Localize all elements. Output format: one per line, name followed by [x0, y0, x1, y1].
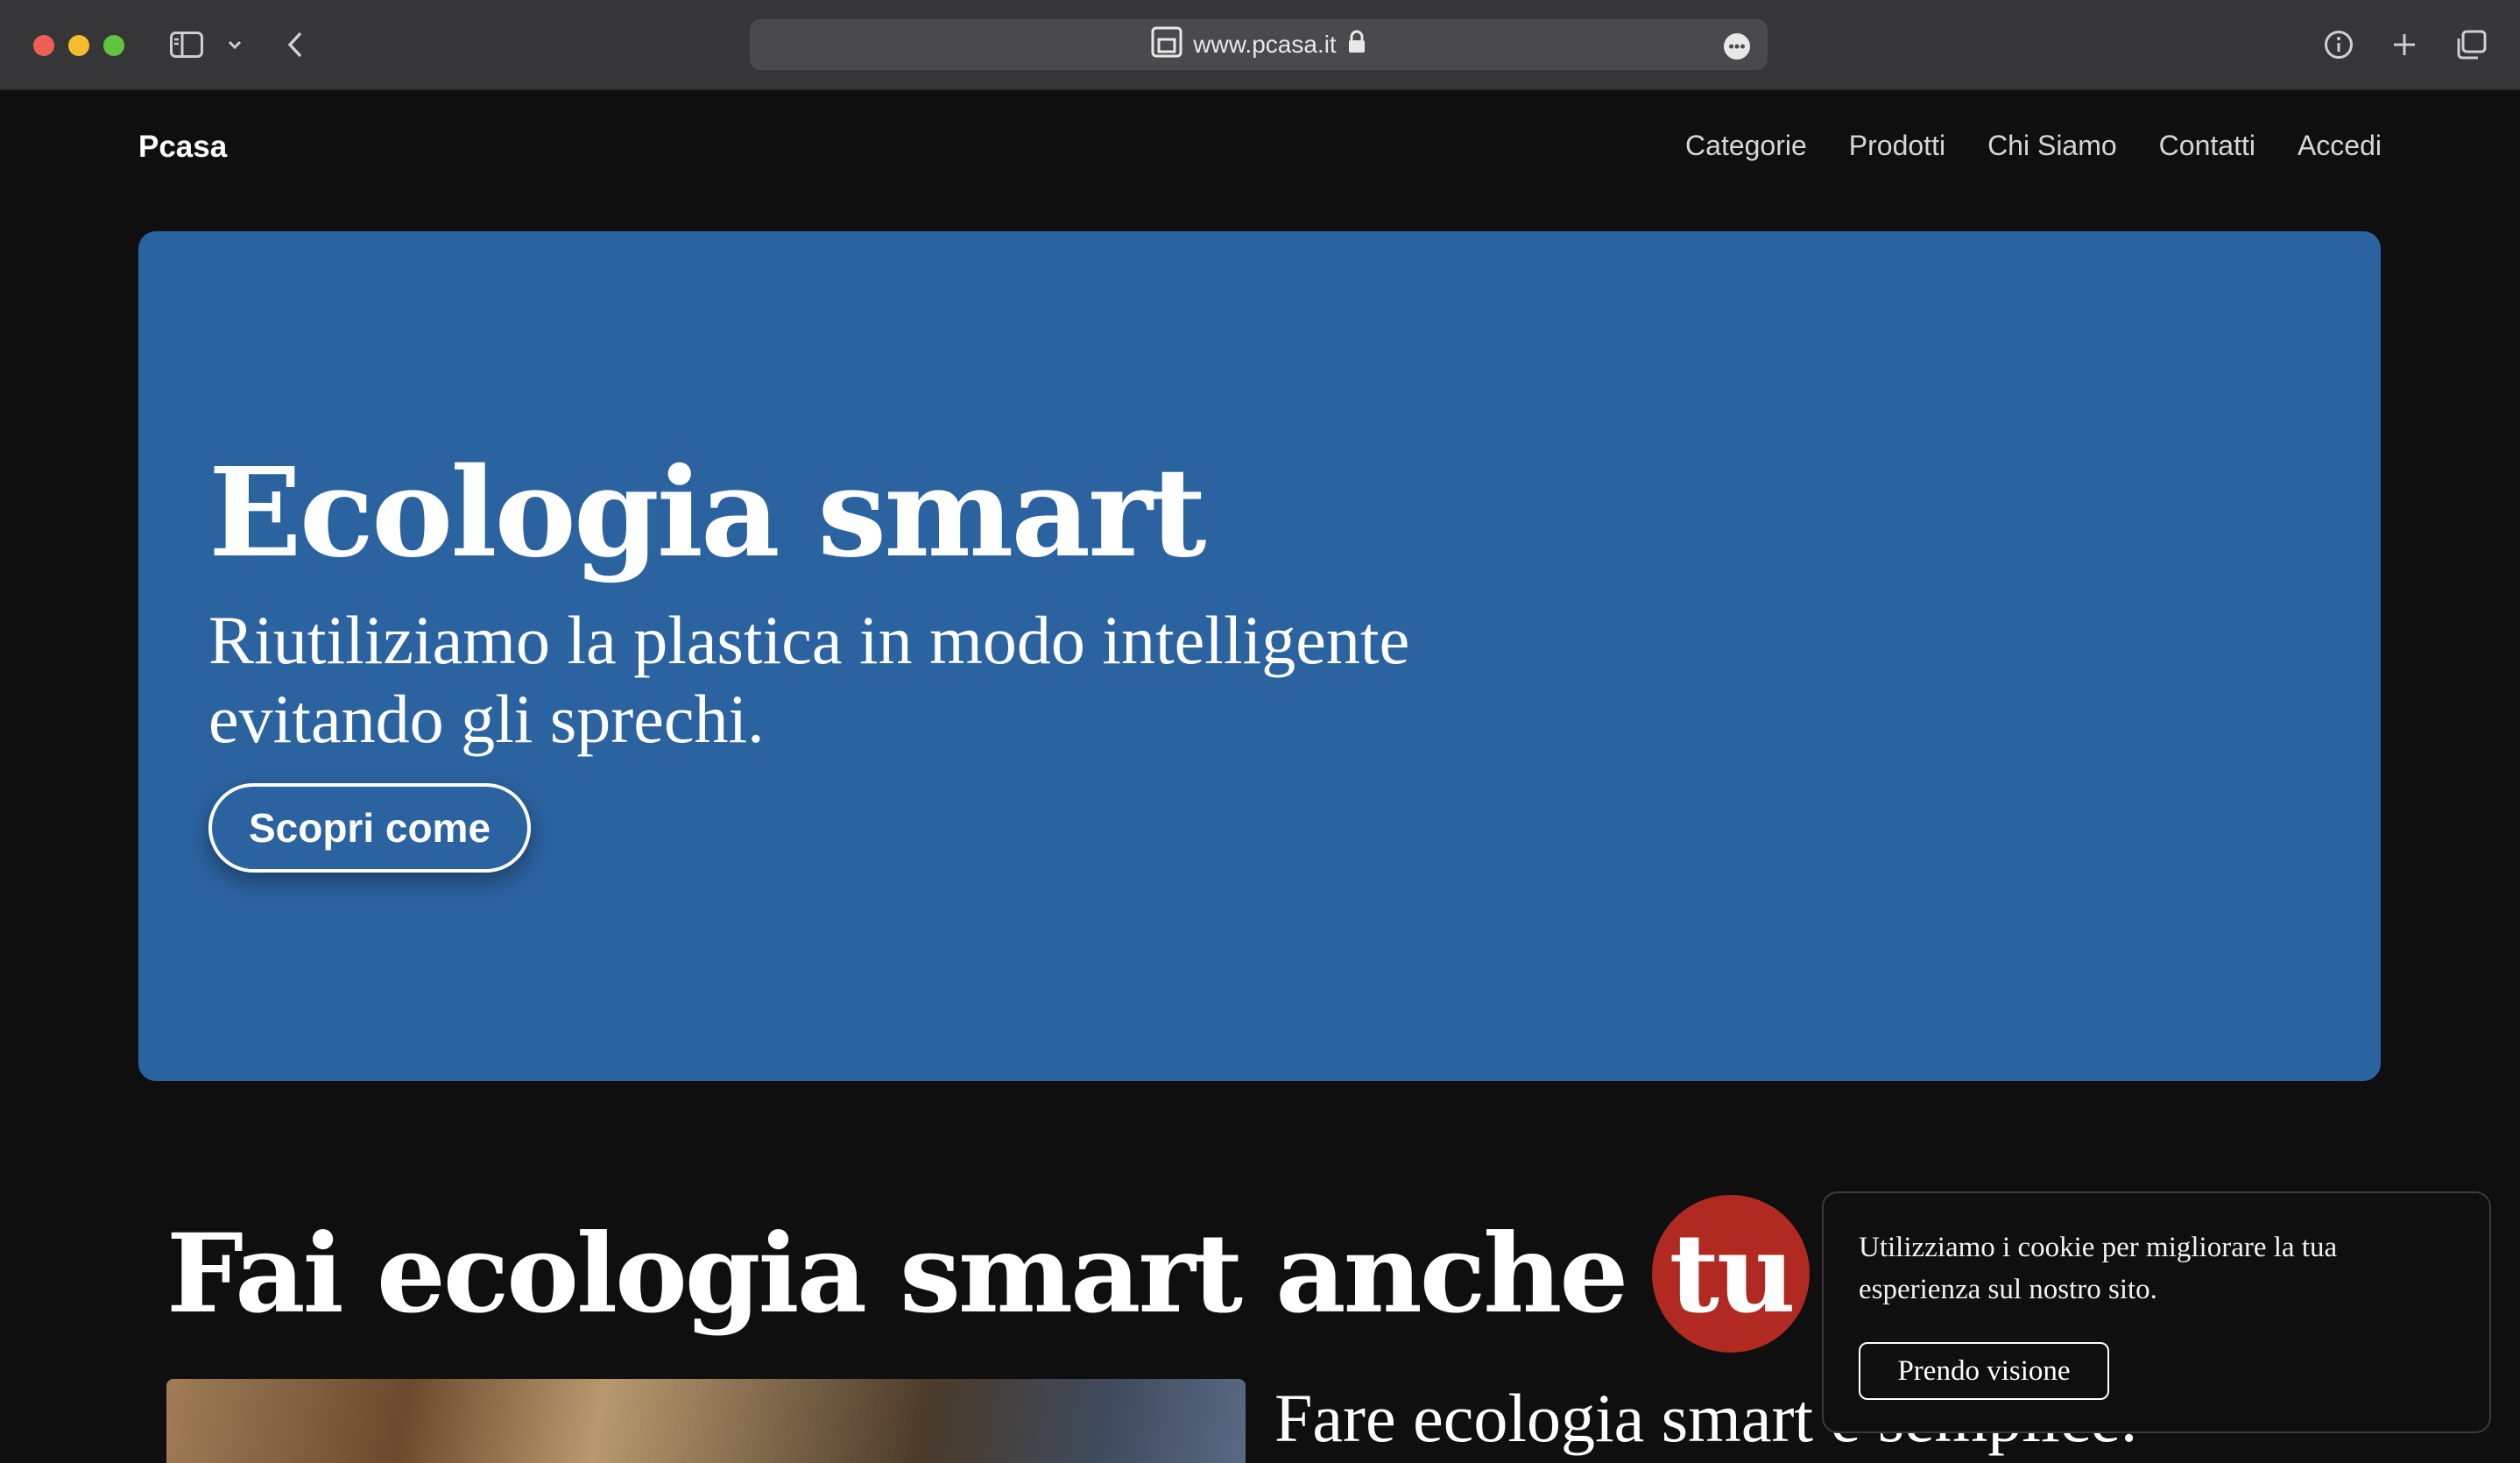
close-window-button[interactable]	[33, 35, 54, 56]
nav-links: Categorie Prodotti Chi Siamo Contatti Ac…	[1685, 130, 2382, 162]
sidebar-icon[interactable]	[168, 26, 205, 63]
highlight-badge: tu	[1652, 1195, 1811, 1353]
discover-button[interactable]: Scopri come	[208, 783, 531, 873]
hero-title: Ecologia smart	[208, 442, 1207, 585]
minimize-window-button[interactable]	[68, 35, 89, 56]
section-title-text: Fai ecologia smart anche	[166, 1210, 1628, 1338]
brand-logo[interactable]: Pcasa	[138, 130, 227, 165]
plus-icon[interactable]	[2389, 26, 2419, 63]
address-bar[interactable]: www.pcasa.it	[750, 19, 1768, 70]
url-text: www.pcasa.it	[1193, 31, 1337, 58]
hero-subtitle: Riutiliziamo la plastica in modo intelli…	[208, 602, 1410, 757]
browser-toolbar: www.pcasa.it	[0, 0, 2520, 91]
section-photo	[166, 1379, 1246, 1463]
section-title: Fai ecologia smart anche tu	[166, 1195, 1811, 1353]
cookie-accept-button[interactable]: Prendo visione	[1859, 1342, 2109, 1400]
nav-link-chi-siamo[interactable]: Chi Siamo	[1987, 130, 2117, 162]
tabs-icon[interactable]	[2454, 26, 2488, 63]
chevron-down-icon[interactable]	[226, 26, 244, 63]
web-page: Pcasa Categorie Prodotti Chi Siamo Conta…	[0, 93, 2520, 1463]
nav-link-prodotti[interactable]: Prodotti	[1849, 130, 1945, 162]
site-icon	[1151, 26, 1182, 64]
nav-link-accedi[interactable]: Accedi	[2298, 130, 2382, 162]
hero-banner: Ecologia smart Riutiliziamo la plastica …	[138, 231, 2381, 1081]
top-navigation: Pcasa Categorie Prodotti Chi Siamo Conta…	[138, 130, 2382, 173]
info-icon[interactable]	[2323, 26, 2354, 63]
more-icon[interactable]	[1724, 33, 1750, 60]
nav-link-categorie[interactable]: Categorie	[1685, 130, 1807, 162]
lock-icon	[1347, 30, 1366, 60]
cookie-text: Utilizziamo i cookie per migliorare la t…	[1859, 1232, 2338, 1305]
nav-link-contatti[interactable]: Contatti	[2159, 130, 2255, 162]
back-icon[interactable]	[282, 26, 308, 63]
cookie-banner: Utilizziamo i cookie per migliorare la t…	[1822, 1191, 2491, 1433]
maximize-window-button[interactable]	[103, 35, 124, 56]
